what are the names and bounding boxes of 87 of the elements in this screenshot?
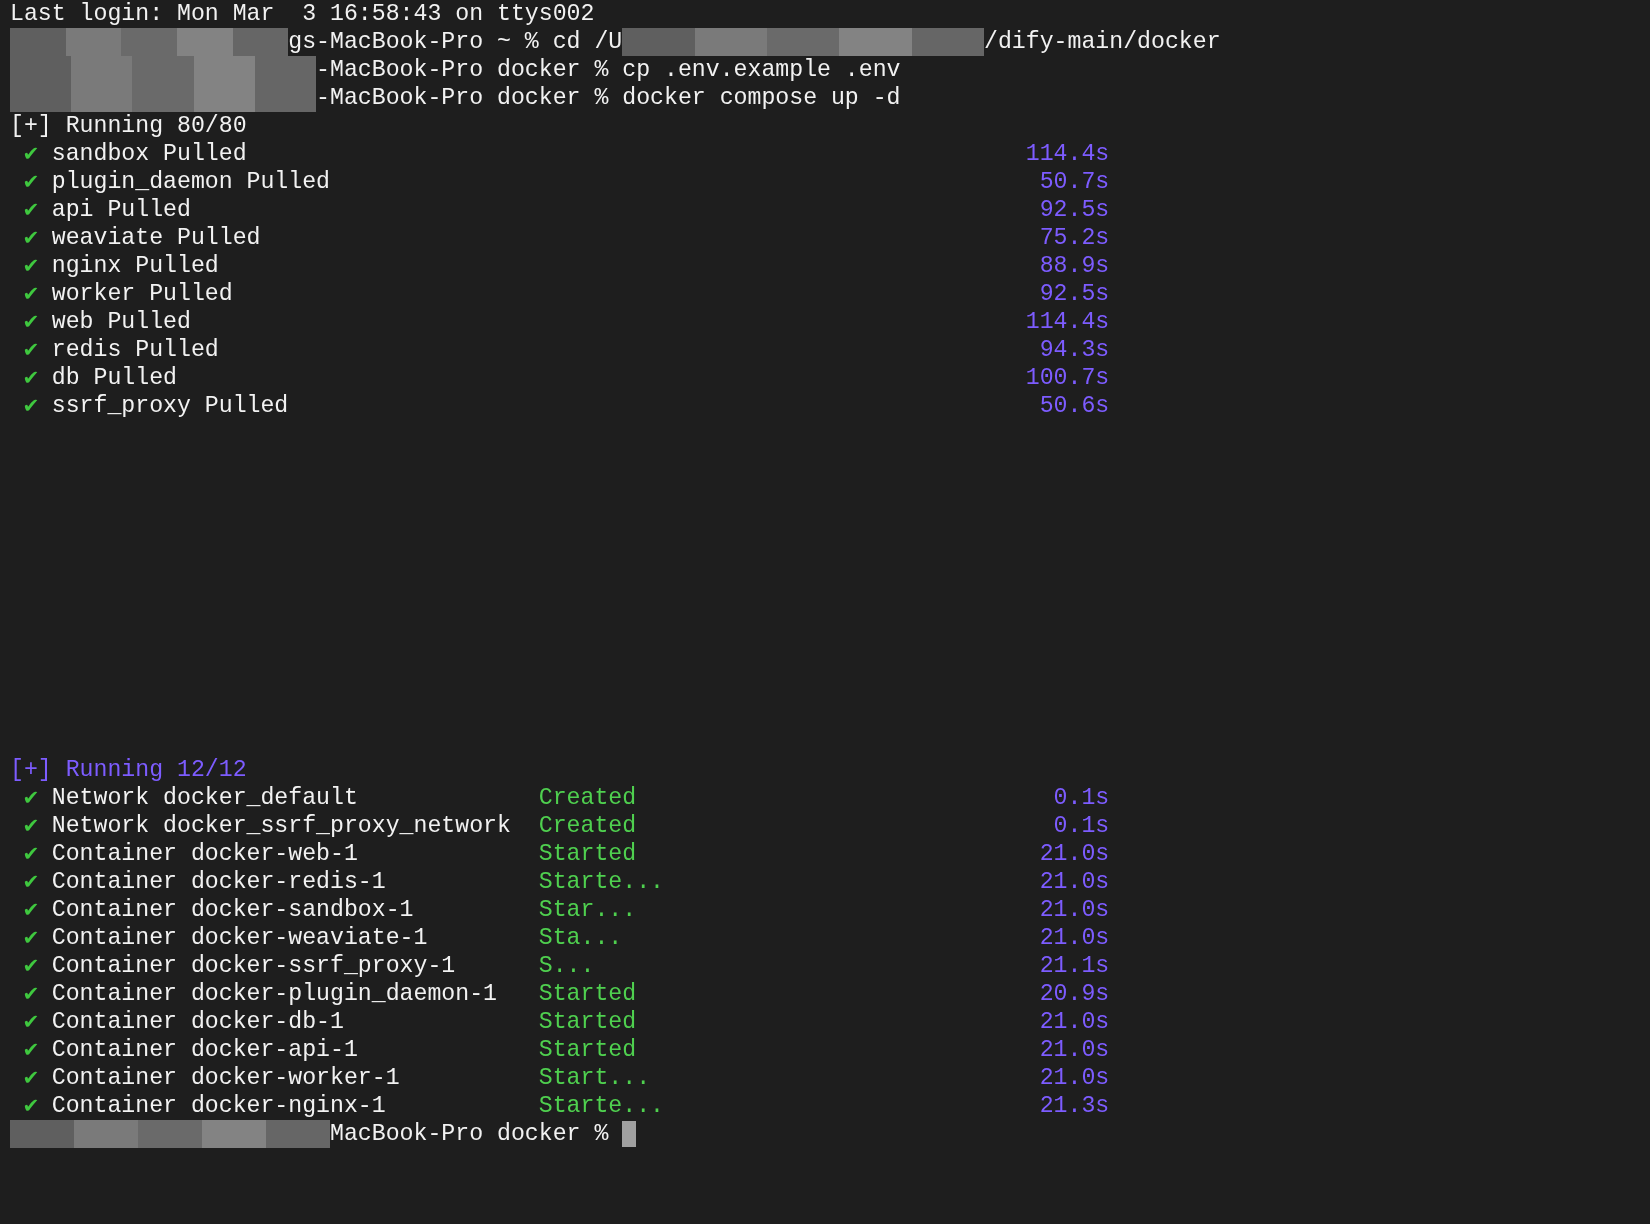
resource-name: Container docker-plugin_daemon-1 (51, 980, 498, 1008)
check-mark: ✔ (23, 336, 39, 364)
elapsed-time: 20.9s (1039, 980, 1110, 1008)
elapsed-time: 100.7s (1025, 364, 1110, 392)
elapsed-time: 50.7s (1039, 168, 1110, 196)
resource-status: Start... (538, 1064, 651, 1092)
resource-name: Container docker-worker-1 (51, 1064, 401, 1092)
elapsed-time: 21.1s (1039, 952, 1110, 980)
elapsed-time: 21.3s (1039, 1092, 1110, 1120)
check-mark: ✔ (23, 168, 39, 196)
resource-name: Container docker-redis-1 (51, 868, 387, 896)
pull-status: worker Pulled (51, 280, 233, 308)
check-mark: ✔ (23, 196, 39, 224)
pull-status: sandbox Pulled (51, 140, 247, 168)
check-mark: ✔ (23, 392, 39, 420)
elapsed-time: 21.0s (1039, 924, 1110, 952)
check-mark: ✔ (23, 952, 39, 980)
check-mark: ✔ (23, 812, 39, 840)
resource-status: Sta... (538, 924, 623, 952)
pull-status: api Pulled (51, 196, 191, 224)
login-line: Last login: Mon Mar 3 16:58:43 on ttys002 (10, 0, 595, 28)
check-mark: ✔ (23, 1036, 39, 1064)
resource-status: Starte... (538, 868, 664, 896)
resource-status: Started (538, 840, 637, 868)
elapsed-time: 21.0s (1039, 1036, 1110, 1064)
elapsed-time: 114.4s (1025, 308, 1110, 336)
elapsed-time: 92.5s (1039, 196, 1110, 224)
text-cursor (622, 1121, 637, 1147)
check-mark: ✔ (23, 308, 39, 336)
resource-name: Container docker-db-1 (51, 1008, 345, 1036)
pull-status: plugin_daemon Pulled (51, 168, 331, 196)
resource-name: Container docker-nginx-1 (51, 1092, 387, 1120)
command-line: -MacBook-Pro docker % cp .env.example .env (316, 56, 901, 84)
command-line: gs-MacBook-Pro ~ % cd /U (288, 28, 623, 56)
pull-status: db Pulled (51, 364, 177, 392)
resource-name: Container docker-api-1 (51, 1036, 359, 1064)
check-mark: ✔ (23, 896, 39, 924)
elapsed-time: 75.2s (1039, 224, 1110, 252)
resource-status: Created (538, 784, 637, 812)
elapsed-time: 21.0s (1039, 1064, 1110, 1092)
elapsed-time: 21.0s (1039, 896, 1110, 924)
progress-header: [+] Running 80/80 (10, 112, 247, 140)
resource-name: Container docker-sandbox-1 (51, 896, 415, 924)
resource-status: Started (538, 1008, 637, 1036)
elapsed-time: 50.6s (1039, 392, 1110, 420)
elapsed-time: 0.1s (1053, 812, 1110, 840)
check-mark: ✔ (23, 868, 39, 896)
elapsed-time: 21.0s (1039, 1008, 1110, 1036)
elapsed-time: 114.4s (1025, 140, 1110, 168)
resource-status: Started (538, 1036, 637, 1064)
check-mark: ✔ (23, 1064, 39, 1092)
resource-status: S... (538, 952, 595, 980)
check-mark: ✔ (23, 224, 39, 252)
elapsed-time: 0.1s (1053, 784, 1110, 812)
pull-status: redis Pulled (51, 336, 219, 364)
resource-name: Network docker_ssrf_proxy_network (51, 812, 512, 840)
check-mark: ✔ (23, 252, 39, 280)
resource-name: Container docker-weaviate-1 (51, 924, 429, 952)
elapsed-time: 88.9s (1039, 252, 1110, 280)
check-mark: ✔ (23, 1008, 39, 1036)
pull-status: weaviate Pulled (51, 224, 261, 252)
resource-status: Starte... (538, 1092, 664, 1120)
elapsed-time: 92.5s (1039, 280, 1110, 308)
command-line: /dify-main/docker (984, 28, 1221, 56)
pull-status: web Pulled (51, 308, 191, 336)
resource-name: Network docker_default (51, 784, 359, 812)
check-mark: ✔ (23, 280, 39, 308)
shell-prompt: MacBook-Pro docker % (330, 1120, 609, 1148)
check-mark: ✔ (23, 140, 39, 168)
check-mark: ✔ (23, 784, 39, 812)
resource-name: Container docker-web-1 (51, 840, 359, 868)
check-mark: ✔ (23, 924, 39, 952)
pull-status: nginx Pulled (51, 252, 219, 280)
progress-header: [+] Running 12/12 (10, 756, 247, 784)
check-mark: ✔ (23, 980, 39, 1008)
command-line: -MacBook-Pro docker % docker compose up -d (316, 84, 901, 112)
resource-status: Created (538, 812, 637, 840)
pull-status: ssrf_proxy Pulled (51, 392, 289, 420)
check-mark: ✔ (23, 1092, 39, 1120)
resource-status: Star... (538, 896, 637, 924)
elapsed-time: 21.0s (1039, 868, 1110, 896)
elapsed-time: 21.0s (1039, 840, 1110, 868)
resource-name: Container docker-ssrf_proxy-1 (51, 952, 457, 980)
elapsed-time: 94.3s (1039, 336, 1110, 364)
resource-status: Started (538, 980, 637, 1008)
check-mark: ✔ (23, 364, 39, 392)
check-mark: ✔ (23, 840, 39, 868)
